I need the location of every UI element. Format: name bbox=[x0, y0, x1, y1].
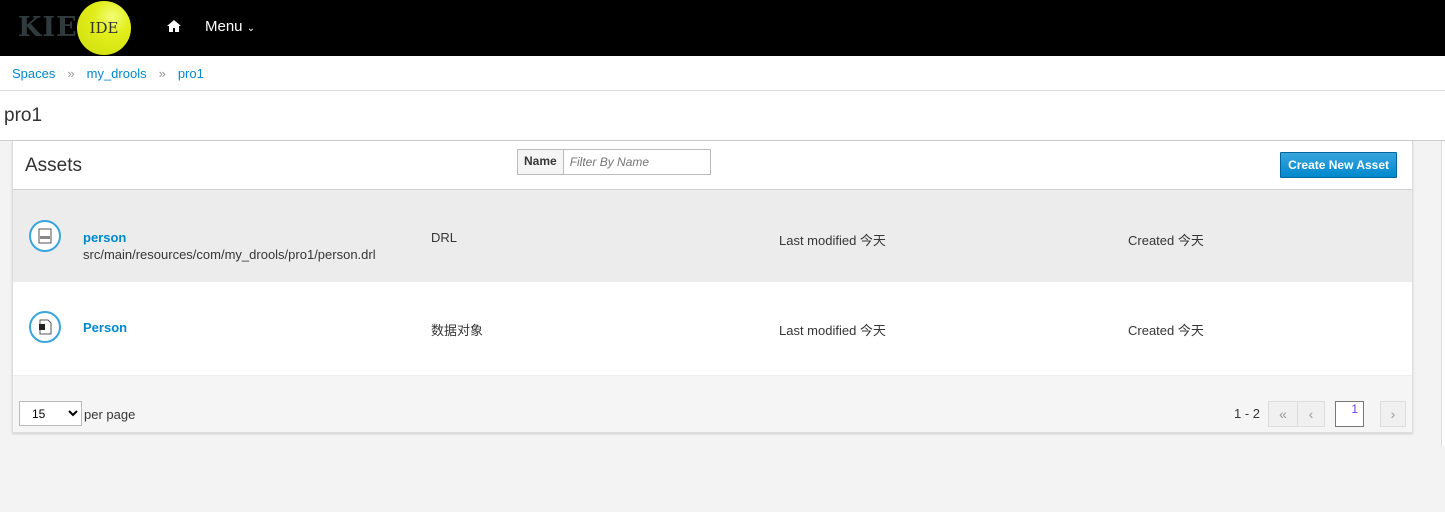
top-navbar: KIE IDE Menu ⌄ bbox=[0, 0, 1445, 56]
assets-title: Assets bbox=[25, 155, 83, 176]
breadcrumb: Spaces » my_drools » pro1 bbox=[0, 56, 1445, 91]
first-page-icon[interactable]: « bbox=[1268, 401, 1298, 427]
page-title: pro1 bbox=[0, 91, 1445, 141]
prev-page-icon[interactable]: ‹ bbox=[1297, 401, 1325, 427]
asset-row[interactable]: person src/main/resources/com/my_drools/… bbox=[13, 190, 1412, 282]
data-object-icon bbox=[29, 311, 61, 343]
logo-badge: IDE bbox=[77, 1, 131, 55]
breadcrumb-spaces[interactable]: Spaces bbox=[12, 66, 55, 81]
create-new-asset-button[interactable]: Create New Asset bbox=[1280, 152, 1397, 178]
per-page-label: per page bbox=[84, 407, 136, 422]
asset-type: 数据对象 bbox=[431, 323, 484, 338]
range-label: 1 - 2 bbox=[1234, 406, 1261, 421]
asset-path: src/main/resources/com/my_drools/pro1/pe… bbox=[83, 247, 376, 262]
breadcrumb-space[interactable]: my_drools bbox=[87, 66, 147, 81]
breadcrumb-separator: » bbox=[67, 65, 75, 81]
asset-name[interactable]: person bbox=[83, 230, 126, 245]
next-page-icon[interactable]: › bbox=[1380, 401, 1406, 427]
drl-file-icon bbox=[29, 220, 61, 252]
asset-modified: Last modified 今天 bbox=[779, 323, 886, 338]
asset-name[interactable]: Person bbox=[83, 320, 127, 335]
breadcrumb-separator: » bbox=[158, 65, 166, 81]
per-page-select[interactable]: 15 bbox=[19, 401, 82, 426]
asset-type: DRL bbox=[431, 230, 458, 245]
filter-input[interactable] bbox=[563, 150, 710, 174]
side-panel-edge bbox=[1441, 141, 1445, 446]
asset-created: Created 今天 bbox=[1128, 233, 1204, 248]
asset-row[interactable]: Person 数据对象 Last modified 今天 Created 今天 bbox=[13, 282, 1412, 374]
assets-panel: Assets Name Create New Asset person src/… bbox=[12, 141, 1413, 433]
filter-label: Name bbox=[518, 150, 564, 174]
pagination-footer: 15 per page 1 - 2 « ‹ 1 › bbox=[13, 375, 1412, 432]
page-input[interactable]: 1 bbox=[1335, 401, 1364, 427]
home-icon[interactable] bbox=[166, 18, 182, 34]
asset-modified: Last modified 今天 bbox=[779, 233, 886, 248]
asset-created: Created 今天 bbox=[1128, 323, 1204, 338]
breadcrumb-project[interactable]: pro1 bbox=[178, 66, 204, 81]
chevron-down-icon: ⌄ bbox=[246, 23, 256, 34]
menu-label: Menu bbox=[205, 18, 243, 35]
name-filter: Name bbox=[517, 149, 711, 175]
menu-dropdown[interactable]: Menu ⌄ bbox=[205, 18, 255, 35]
logo-text: KIE bbox=[18, 12, 78, 43]
